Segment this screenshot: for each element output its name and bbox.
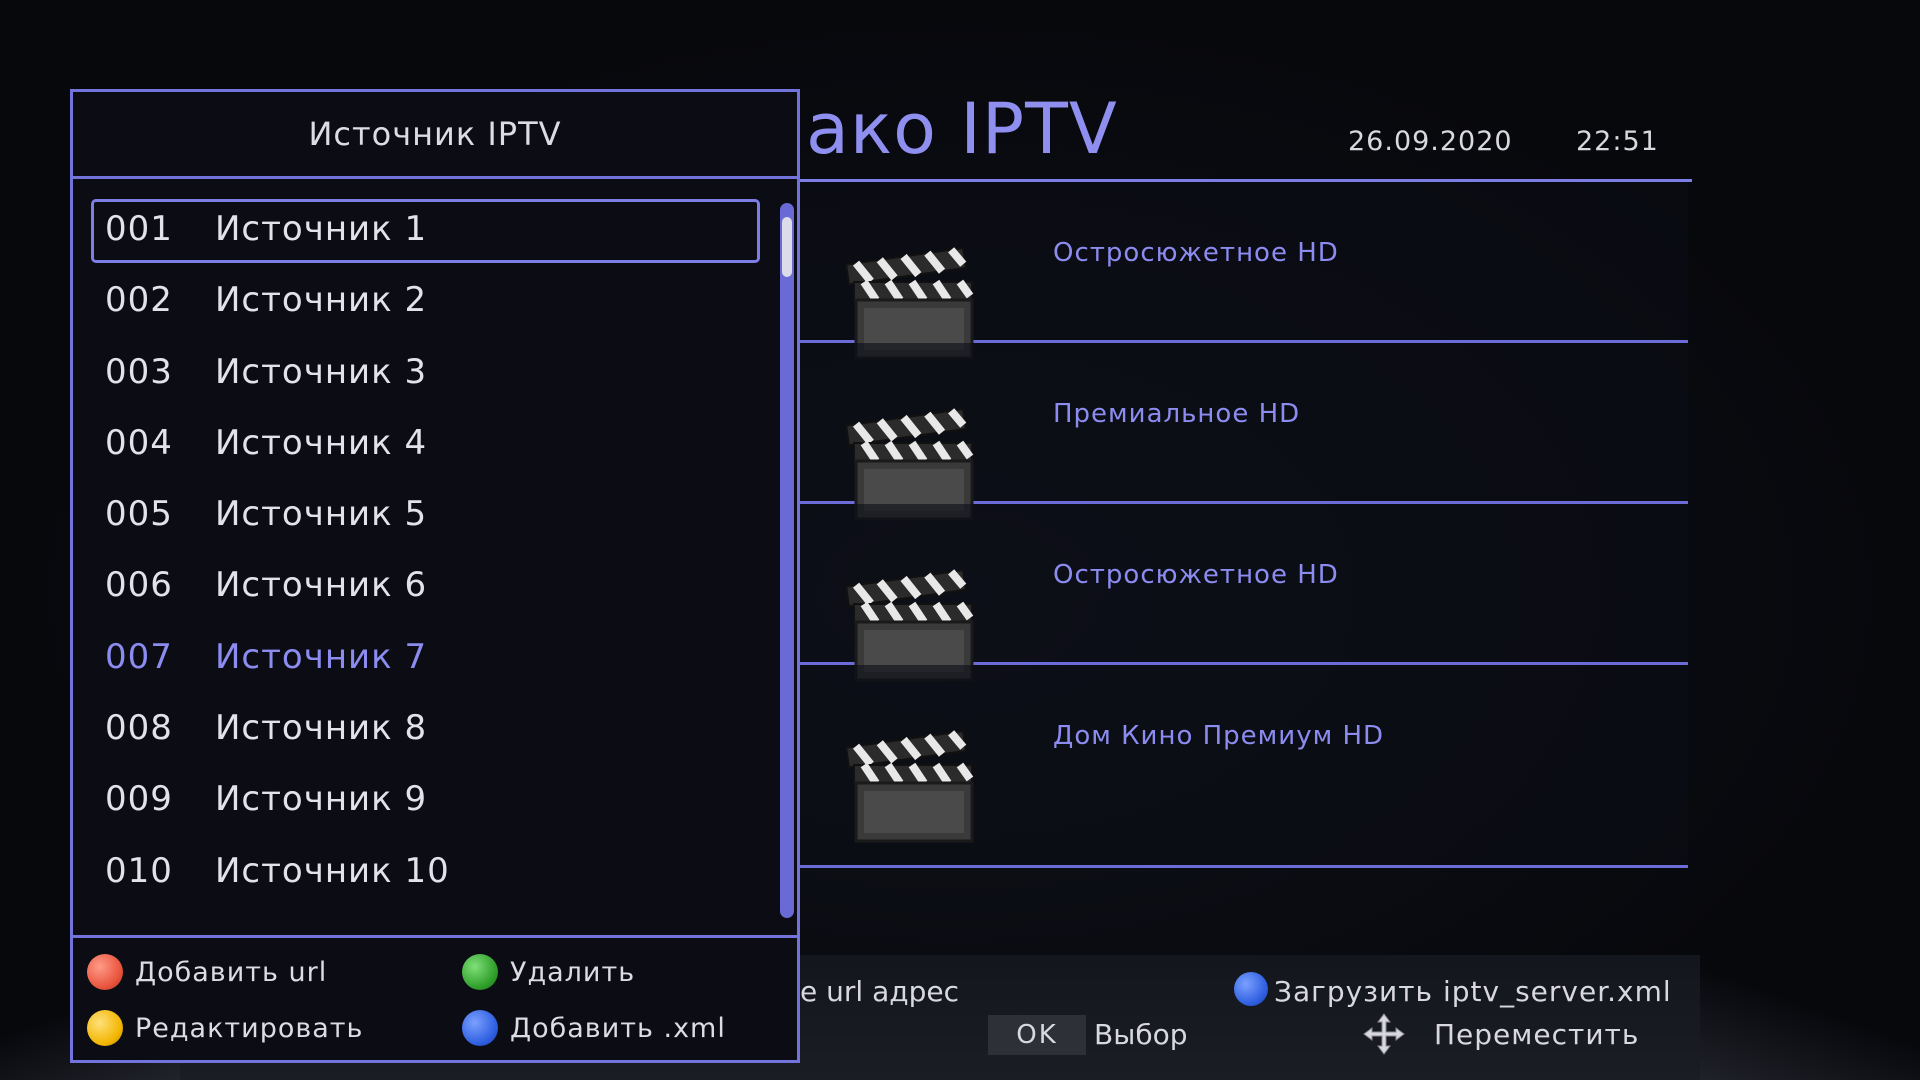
source-number: 008: [105, 708, 173, 749]
ok-label: Выбор: [1094, 1018, 1188, 1051]
channel-row[interactable]: Остросюжетное HD: [800, 182, 1688, 360]
channel-row[interactable]: Остросюжетное HD: [800, 504, 1688, 682]
clapperboard-icon: [845, 729, 974, 843]
add-xml-button[interactable]: Добавить .xml: [462, 1010, 726, 1046]
source-item[interactable]: 003 Источник 3: [88, 342, 770, 413]
source-item[interactable]: 004 Источник 4: [88, 413, 770, 484]
move-arrows-icon: [1363, 1013, 1405, 1055]
source-name: Источник 3: [215, 351, 428, 392]
source-name: Источник 10: [215, 850, 450, 891]
edit-button[interactable]: Редактировать: [87, 1010, 363, 1046]
source-number: 006: [105, 565, 173, 606]
red-button-icon: [87, 954, 123, 990]
ok-key[interactable]: OK: [988, 1015, 1086, 1055]
add-url-label: Добавить url: [135, 956, 328, 988]
source-number: 004: [105, 422, 173, 463]
delete-button[interactable]: Удалить: [462, 954, 635, 990]
scrollbar[interactable]: [780, 203, 794, 918]
channel-list: Остросюжетное HD Премиальное HD Остросюж: [800, 182, 1688, 868]
date-label: 26.09.2020: [1348, 126, 1513, 157]
source-item-active[interactable]: 007 Источник 7: [88, 627, 770, 698]
source-list: 001 Источник 1 002 Источник 2 003 Источн…: [88, 199, 770, 912]
source-item[interactable]: 001 Источник 1: [88, 199, 770, 270]
delete-label: Удалить: [510, 956, 636, 988]
source-item[interactable]: 010 Источник 10: [88, 841, 770, 912]
time-label: 22:51: [1576, 126, 1659, 157]
yellow-button-icon: [87, 1010, 123, 1046]
channel-name: Остросюжетное HD: [1053, 238, 1339, 268]
source-name: Источник 9: [215, 779, 428, 820]
source-name: Источник 7: [215, 636, 428, 677]
source-name: Источник 8: [215, 708, 428, 749]
channel-name: Остросюжетное HD: [1053, 560, 1339, 590]
channel-row[interactable]: Премиальное HD: [800, 343, 1688, 521]
green-button-icon: [462, 954, 498, 990]
blue-button-icon: [462, 1010, 498, 1046]
source-name: Источник 6: [215, 565, 428, 606]
scrollbar-thumb[interactable]: [782, 217, 792, 277]
source-item[interactable]: 005 Источник 5: [88, 484, 770, 555]
source-number: 009: [105, 779, 173, 820]
dialog-title: Источник IPTV: [73, 92, 797, 179]
url-hint: е url адрес: [800, 975, 959, 1008]
add-url-button[interactable]: Добавить url: [87, 954, 327, 990]
source-number: 001: [105, 209, 173, 249]
source-item[interactable]: 009 Источник 9: [88, 769, 770, 840]
source-number: 010: [105, 850, 173, 891]
channel-row[interactable]: Дом Кино Премиум HD: [800, 665, 1688, 868]
blue-button-icon[interactable]: [1234, 972, 1268, 1006]
source-name: Источник 2: [215, 280, 428, 321]
source-number: 007: [105, 636, 173, 677]
dialog-footer: Добавить url Удалить Редактировать Добав…: [73, 935, 797, 1063]
source-name: Источник 5: [215, 494, 428, 535]
iptv-source-dialog: Источник IPTV 001 Источник 1 002 Источни…: [70, 89, 800, 1063]
add-xml-label: Добавить .xml: [510, 1012, 726, 1044]
channel-name: Премиальное HD: [1053, 399, 1301, 429]
move-label: Переместить: [1434, 1018, 1640, 1051]
channel-name: Дом Кино Премиум HD: [1053, 721, 1385, 751]
source-number: 002: [105, 280, 173, 321]
edit-label: Редактировать: [135, 1012, 364, 1044]
source-item[interactable]: 002 Источник 2: [88, 270, 770, 341]
source-item[interactable]: 006 Источник 6: [88, 555, 770, 626]
source-name: Источник 4: [215, 422, 428, 463]
source-item[interactable]: 008 Источник 8: [88, 698, 770, 769]
source-number: 003: [105, 351, 173, 392]
source-number: 005: [105, 494, 173, 535]
load-xml-label: Загрузить iptv_server.xml: [1274, 975, 1672, 1008]
source-name: Источник 1: [215, 209, 428, 249]
